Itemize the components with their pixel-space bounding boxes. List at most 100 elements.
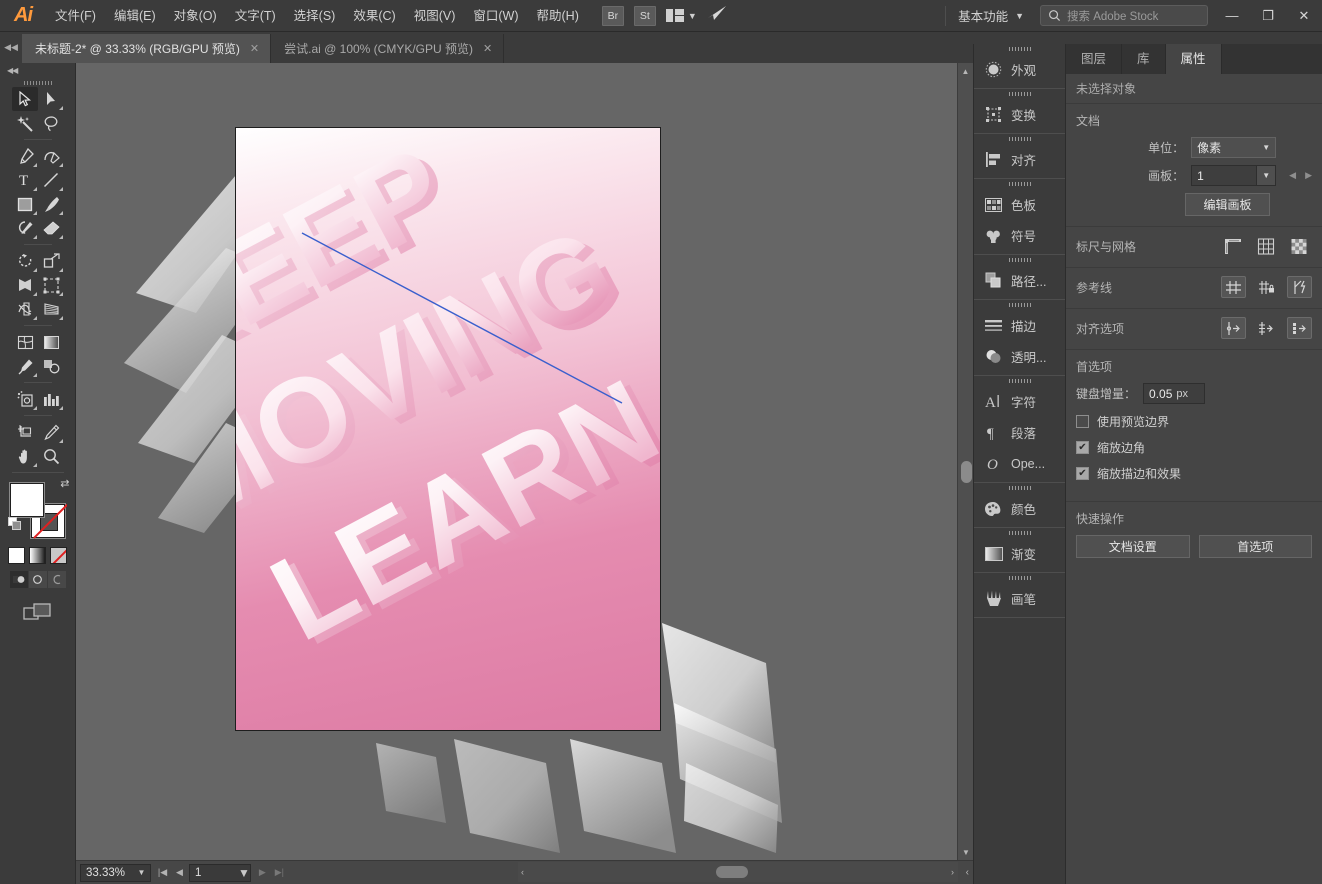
vertical-scroll-thumb[interactable] [961,461,972,483]
align-to-point-icon[interactable] [1221,317,1246,339]
dock-item-stroke[interactable]: 描边 [974,310,1065,341]
dock-grip[interactable] [974,44,1065,54]
document-tab-2[interactable]: 尝试.ai @ 100% (CMYK/GPU 预览) ✕ [271,34,505,63]
shaper-pencil-tool[interactable] [12,216,38,240]
eraser-tool[interactable] [38,216,64,240]
first-artboard-button[interactable]: |◀ [154,862,171,884]
maximize-button[interactable]: ❐ [1250,1,1286,31]
line-segment-tool[interactable] [38,168,64,192]
document-tab-2-close-icon[interactable]: ✕ [483,42,492,55]
close-button[interactable]: ✕ [1286,1,1322,31]
dock-item-symbols[interactable]: 符号 [974,220,1065,251]
perspective-grid-tool[interactable] [38,297,64,321]
bridge-button[interactable]: Br [601,5,624,26]
show-rulers-icon[interactable] [1221,235,1246,257]
share-icon[interactable] [707,5,727,26]
next-artboard-icon[interactable]: ▶ [1305,170,1312,181]
dock-grip[interactable] [974,573,1065,583]
menu-edit[interactable]: 编辑(E) [105,0,165,32]
dock-item-character[interactable]: A 字符 [974,386,1065,417]
blend-tool[interactable] [38,354,64,378]
scroll-up-icon[interactable]: ▲ [958,63,973,79]
mesh-tool[interactable] [12,330,38,354]
rectangle-tool[interactable] [12,192,38,216]
dock-item-brushes[interactable]: 画笔 [974,583,1065,614]
tab-layers[interactable]: 图层 [1066,44,1123,74]
checkbox-scale-corners[interactable]: ✔ 缩放边角 [1076,439,1312,456]
width-tool[interactable] [12,273,38,297]
draw-normal-button[interactable] [9,571,28,588]
curvature-tool[interactable] [38,144,64,168]
document-tab-1[interactable]: 未标题-2* @ 33.33% (RGB/GPU 预览) ✕ [22,34,272,63]
dock-grip[interactable] [974,376,1065,386]
tab-libraries[interactable]: 库 [1122,44,1166,74]
toolbar-grip[interactable] [0,78,75,87]
eyedropper-tool[interactable] [12,354,38,378]
dock-item-appearance[interactable]: 外观 [974,54,1065,85]
menu-window[interactable]: 窗口(W) [464,0,527,32]
artboard-tool[interactable] [12,420,38,444]
selection-tool[interactable] [12,87,38,111]
unit-select[interactable]: 像素 ▼ [1191,137,1277,158]
horizontal-scroll-thumb[interactable] [716,866,748,878]
toolbar-collapse-icon[interactable]: ◀◀ [0,63,75,78]
shape-builder-tool[interactable] [12,297,38,321]
keyboard-increment-input[interactable]: 0.05 px [1143,383,1206,404]
swap-fill-stroke-icon[interactable]: ⇄ [60,477,69,490]
preferences-button[interactable]: 首选项 [1198,535,1312,558]
scroll-left-icon[interactable]: ‹ [521,867,524,877]
scale-tool[interactable] [38,249,64,273]
checkbox-scale-strokes-effects[interactable]: ✔ 缩放描边和效果 [1076,465,1312,482]
prev-artboard-button[interactable]: ◀ [171,862,188,884]
document-tab-1-close-icon[interactable]: ✕ [250,42,259,55]
type-tool[interactable]: T [12,168,38,192]
menu-type[interactable]: 文字(T) [226,0,285,32]
column-graph-tool[interactable] [38,387,64,411]
canvas-area[interactable]: KEEP KEEP MOVING MOVING LEARN LEARN ▲ ▼ [76,63,973,860]
dock-grip[interactable] [974,300,1065,310]
artboard-number-field[interactable]: 1 ▼ [189,863,251,882]
dock-item-gradient[interactable]: 渐变 [974,538,1065,569]
minimize-button[interactable]: — [1214,1,1250,31]
menu-select[interactable]: 选择(S) [285,0,345,32]
show-transparency-grid-icon[interactable] [1287,235,1312,257]
dock-item-pathfinder[interactable]: 路径... [974,265,1065,296]
show-guides-icon[interactable] [1221,276,1246,298]
artboard-dropdown-icon[interactable]: ▼ [238,866,250,880]
fill-swatch[interactable] [8,482,45,518]
dock-grip[interactable] [974,179,1065,189]
artboard-select[interactable]: 1 ▼ [1191,165,1277,186]
document-setup-button[interactable]: 文档设置 [1076,535,1190,558]
checkbox-scale-corners-box[interactable]: ✔ [1076,441,1089,454]
gradient-button[interactable] [29,547,46,564]
paintbrush-tool[interactable] [38,192,64,216]
menu-help[interactable]: 帮助(H) [528,0,588,32]
menu-effect[interactable]: 效果(C) [344,0,404,32]
dock-item-align[interactable]: 对齐 [974,144,1065,175]
lock-guides-icon[interactable] [1254,276,1279,298]
scroll-right-icon[interactable]: › [951,867,954,877]
dock-grip[interactable] [974,483,1065,493]
prev-artboard-icon[interactable]: ◀ [1289,170,1296,181]
dock-item-color[interactable]: 颜色 [974,493,1065,524]
tab-properties[interactable]: 属性 [1165,44,1222,74]
dock-item-opentype[interactable]: O Ope... [974,448,1065,479]
magic-wand-tool[interactable] [12,111,38,135]
zoom-dropdown-icon[interactable]: ▼ [133,865,150,881]
show-grid-icon[interactable] [1254,235,1279,257]
stock-search-input[interactable]: 搜索 Adobe Stock [1040,5,1208,26]
menu-object[interactable]: 对象(O) [165,0,226,32]
tabbar-collapse-left-icon[interactable]: ◀◀ [0,31,22,63]
slice-tool[interactable] [38,420,64,444]
zoom-tool[interactable] [38,444,64,468]
hand-tool[interactable] [12,444,38,468]
workspace-switcher[interactable]: 基本功能 ▼ [945,5,1036,26]
direct-selection-tool[interactable] [38,87,64,111]
draw-behind-button[interactable] [28,571,47,588]
align-to-artboard-icon[interactable] [1287,317,1312,339]
none-button[interactable] [50,547,67,564]
dock-grip[interactable] [974,255,1065,265]
dock-item-swatches[interactable]: 色板 [974,189,1065,220]
stock-button[interactable]: St [633,5,656,26]
smart-guides-icon[interactable] [1287,276,1312,298]
